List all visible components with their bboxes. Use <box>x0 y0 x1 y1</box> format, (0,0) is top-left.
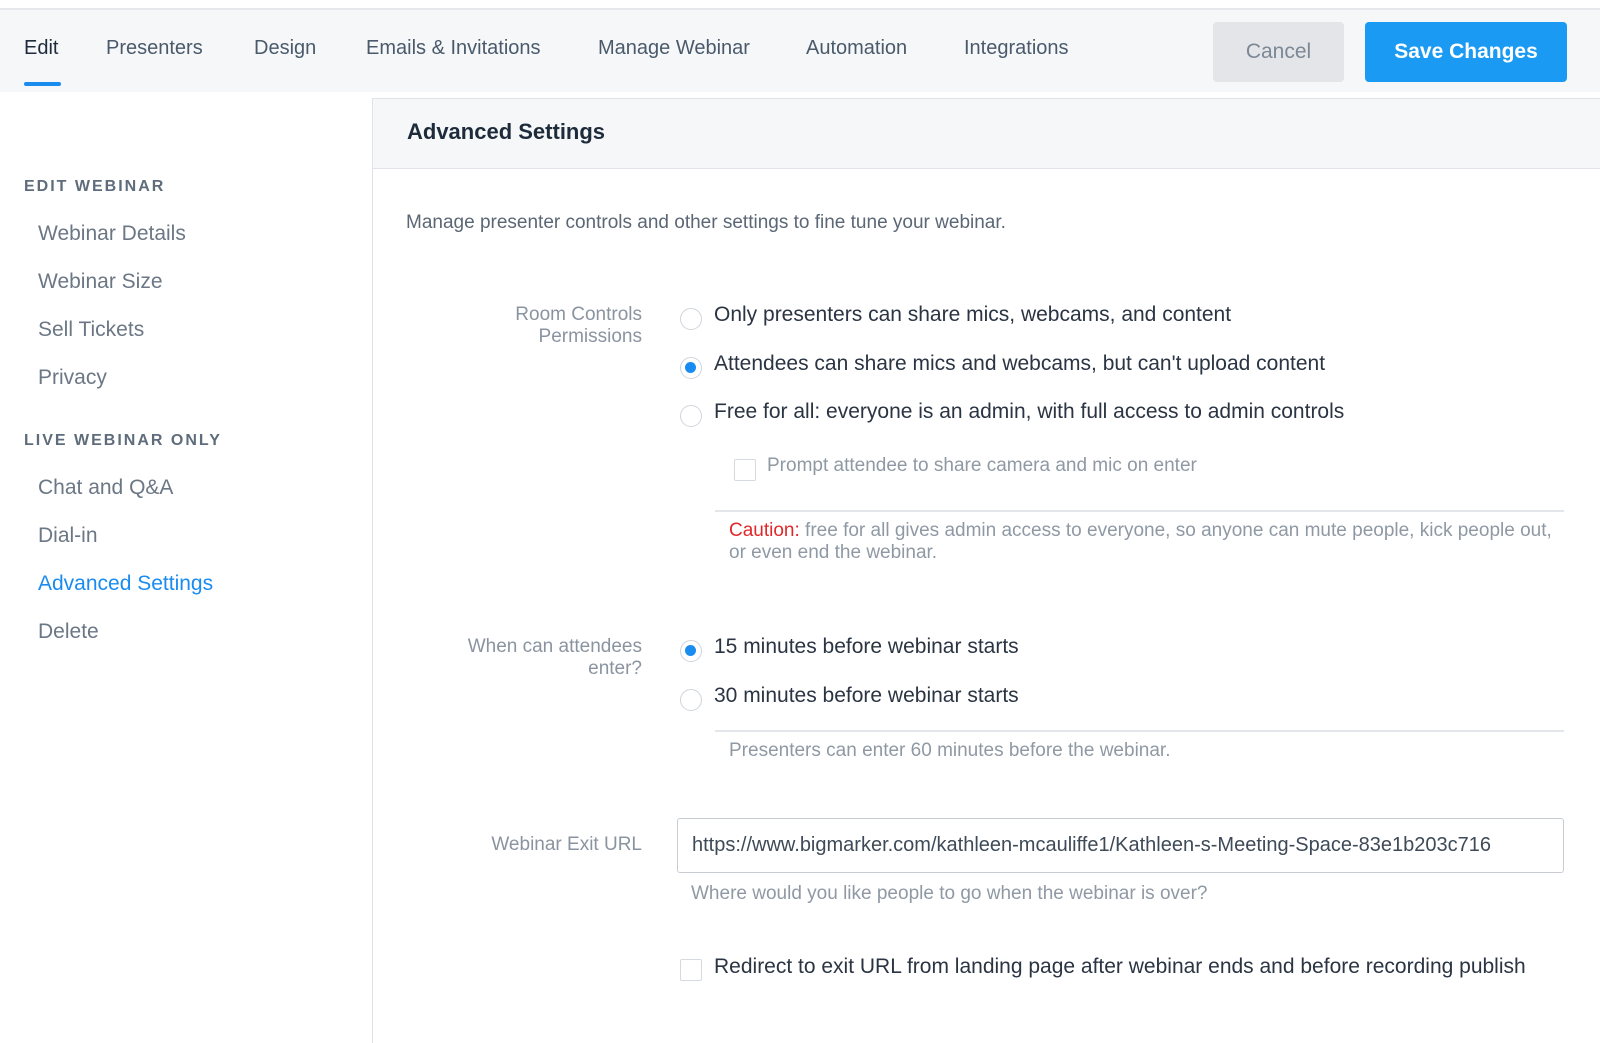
tab-emails-invitations[interactable]: Emails & Invitations <box>366 10 541 86</box>
option-free-for-all-label: Free for all: everyone is an admin, with… <box>714 400 1345 423</box>
sidebar-heading-live-webinar-only: LIVE WEBINAR ONLY <box>24 432 222 449</box>
tab-automation[interactable]: Automation <box>806 10 907 86</box>
caution-text: free for all gives admin access to every… <box>729 520 1552 563</box>
tab-integrations[interactable]: Integrations <box>964 10 1069 86</box>
radio-only-presenters[interactable] <box>680 308 702 330</box>
radio-attendees-share[interactable] <box>680 357 702 379</box>
prompt-attendee-label: Prompt attendee to share camera and mic … <box>767 455 1197 476</box>
caution-label: Caution: <box>729 520 800 541</box>
sidebar: EDIT WEBINAR Webinar Details Webinar Siz… <box>0 92 373 1043</box>
sidebar-heading-edit-webinar: EDIT WEBINAR <box>24 178 166 195</box>
option-only-presenters-label: Only presenters can share mics, webcams,… <box>714 303 1232 326</box>
redirect-label: Redirect to exit URL from landing page a… <box>714 955 1526 978</box>
radio-free-for-all[interactable] <box>680 405 702 427</box>
redirect-checkbox[interactable] <box>680 959 702 981</box>
option-30-minutes-label: 30 minutes before webinar starts <box>714 684 1019 707</box>
sidebar-item-privacy[interactable]: Privacy <box>38 366 107 390</box>
exit-url-help-text: Where would you like people to go when t… <box>691 883 1208 904</box>
entry-time-label-line2: enter? <box>588 658 642 679</box>
presenters-entry-note: Presenters can enter 60 minutes before t… <box>729 740 1171 761</box>
tab-edit[interactable]: Edit <box>24 10 58 86</box>
tab-presenters[interactable]: Presenters <box>106 10 203 86</box>
divider-entry-time <box>715 730 1564 732</box>
active-tab-indicator <box>24 82 61 86</box>
panel-header: Advanced Settings <box>373 99 1600 169</box>
option-attendees-share-label: Attendees can share mics and webcams, bu… <box>714 352 1326 375</box>
radio-30-minutes[interactable] <box>680 689 702 711</box>
entry-time-label: When can attendees enter? <box>382 636 642 680</box>
save-changes-button[interactable]: Save Changes <box>1365 22 1567 82</box>
sidebar-item-webinar-details[interactable]: Webinar Details <box>38 222 186 246</box>
entry-time-label-line1: When can attendees <box>467 636 642 657</box>
tab-manage-webinar[interactable]: Manage Webinar <box>598 10 750 86</box>
exit-url-input[interactable]: https://www.bigmarker.com/kathleen-mcaul… <box>677 818 1564 873</box>
radio-15-minutes[interactable] <box>680 640 702 662</box>
sidebar-item-webinar-size[interactable]: Webinar Size <box>38 270 163 294</box>
tab-design[interactable]: Design <box>254 10 316 86</box>
prompt-attendee-checkbox[interactable] <box>734 459 756 481</box>
room-controls-label-line2: Permissions <box>538 326 642 347</box>
cancel-button[interactable]: Cancel <box>1213 22 1344 82</box>
window-top-edge <box>0 0 1600 10</box>
sidebar-item-advanced-settings[interactable]: Advanced Settings <box>38 572 213 596</box>
sidebar-item-chat-qa[interactable]: Chat and Q&A <box>38 476 173 500</box>
sidebar-item-dial-in[interactable]: Dial-in <box>38 524 98 548</box>
divider-room-controls <box>715 510 1564 512</box>
top-nav-bar: Edit Presenters Design Emails & Invitati… <box>0 10 1600 92</box>
sidebar-item-delete[interactable]: Delete <box>38 620 99 644</box>
room-controls-label: Room Controls Permissions <box>382 304 642 348</box>
exit-url-label: Webinar Exit URL <box>491 834 642 855</box>
option-15-minutes-label: 15 minutes before webinar starts <box>714 635 1019 658</box>
panel-intro-text: Manage presenter controls and other sett… <box>406 212 1006 233</box>
room-controls-label-line1: Room Controls <box>515 304 642 325</box>
panel-title: Advanced Settings <box>407 119 606 144</box>
caution-message: Caution: free for all gives admin access… <box>729 520 1564 564</box>
sidebar-item-sell-tickets[interactable]: Sell Tickets <box>38 318 144 342</box>
